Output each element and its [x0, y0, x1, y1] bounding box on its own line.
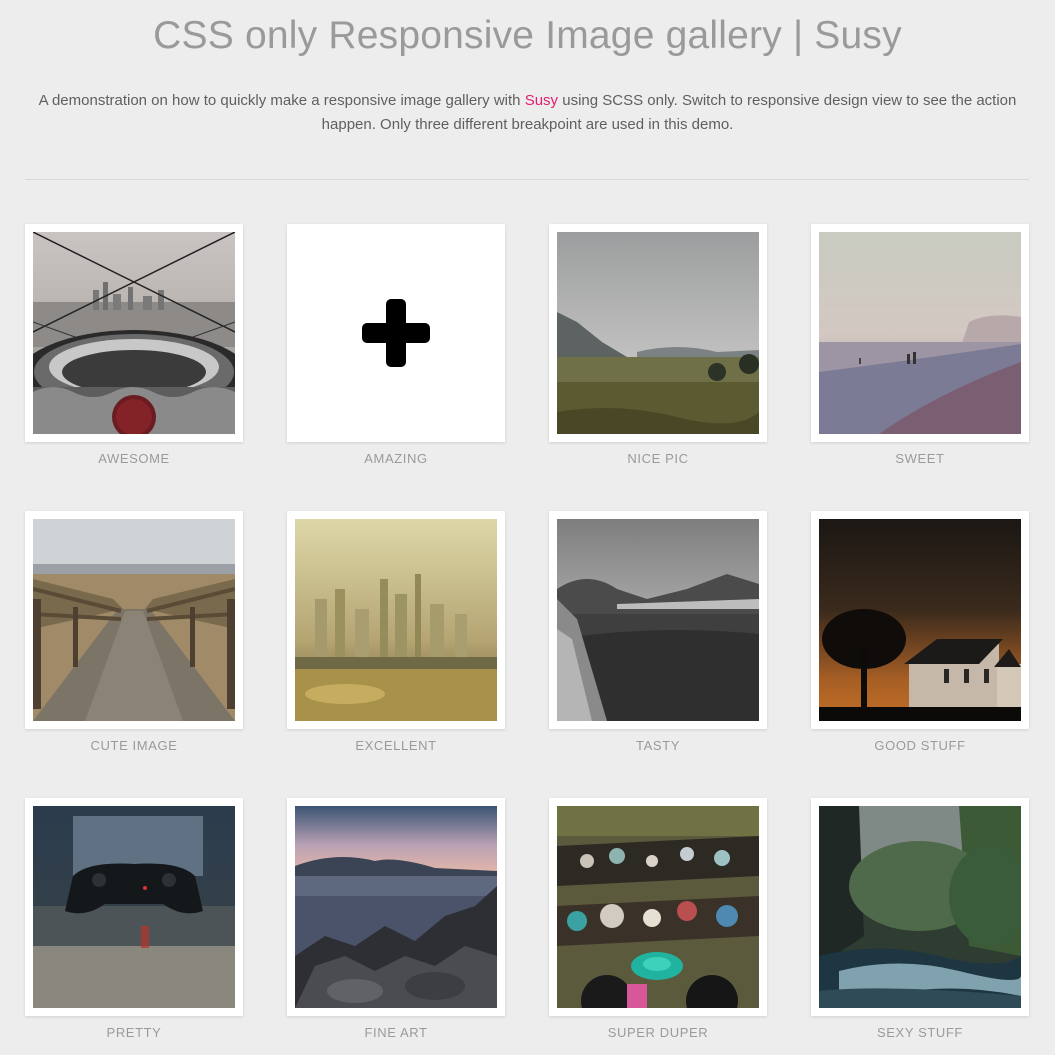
gallery-item: SUPER DUPER — [549, 798, 767, 1040]
gallery-thumbnail[interactable] — [287, 224, 505, 442]
mountain-grass-photo — [557, 519, 759, 721]
gallery-thumbnail[interactable] — [25, 798, 243, 1016]
gallery-thumbnail[interactable] — [25, 224, 243, 442]
hazy-city-photo — [295, 519, 497, 721]
gallery-item: AMAZING — [287, 224, 505, 466]
game-controller-photo — [33, 806, 235, 1008]
city-view-photo — [33, 232, 235, 434]
gallery-thumbnail[interactable] — [287, 511, 505, 729]
church-night-photo — [819, 519, 1021, 721]
gallery-caption: SUPER DUPER — [607, 1025, 709, 1040]
gallery-item: SWEET — [811, 224, 1029, 466]
gallery-item: SEXY STUFF — [811, 798, 1029, 1040]
intro-text-start: A demonstration on how to quickly make a… — [38, 92, 525, 109]
gallery-item: TASTY — [549, 511, 767, 753]
gallery-item: FINE ART — [287, 798, 505, 1040]
gallery-item: EXCELLENT — [287, 511, 505, 753]
gallery-item: PRETTY — [25, 798, 243, 1040]
gallery-caption: SWEET — [895, 451, 945, 466]
plus-icon — [362, 299, 430, 367]
floating-market-photo — [557, 806, 759, 1008]
intro-text: A demonstration on how to quickly make a… — [30, 89, 1025, 137]
header-divider — [25, 179, 1029, 180]
gallery-thumbnail[interactable] — [287, 798, 505, 1016]
gallery-thumbnail[interactable] — [811, 798, 1029, 1016]
gallery-item: CUTE IMAGE — [25, 511, 243, 753]
gallery-item: GOOD STUFF — [811, 511, 1029, 753]
forest-stream-photo — [819, 806, 1021, 1008]
gallery-thumbnail[interactable] — [549, 224, 767, 442]
gallery-caption: AMAZING — [364, 451, 428, 466]
gallery-caption: AWESOME — [98, 451, 170, 466]
page-title: CSS only Responsive Image gallery | Susy — [153, 14, 902, 57]
gallery-caption: GOOD STUFF — [874, 738, 966, 753]
gallery-thumbnail[interactable] — [811, 511, 1029, 729]
image-gallery: AWESOME AMAZING NICE PIC SWEET CUTE IMAG… — [25, 224, 1029, 1055]
gallery-caption: TASTY — [636, 738, 680, 753]
gallery-caption: FINE ART — [364, 1025, 428, 1040]
gallery-thumbnail[interactable] — [549, 511, 767, 729]
valley-photo — [557, 232, 759, 434]
gallery-item: NICE PIC — [549, 224, 767, 466]
rocky-shore-photo — [295, 806, 497, 1008]
beach-photo — [819, 232, 1021, 434]
gallery-caption: CUTE IMAGE — [90, 738, 178, 753]
boardwalk-photo — [33, 519, 235, 721]
gallery-thumbnail[interactable] — [549, 798, 767, 1016]
gallery-caption: SEXY STUFF — [877, 1025, 963, 1040]
susy-link[interactable]: Susy — [525, 92, 558, 109]
gallery-item: AWESOME — [25, 224, 243, 466]
gallery-thumbnail[interactable] — [25, 511, 243, 729]
gallery-caption: NICE PIC — [627, 451, 689, 466]
gallery-thumbnail[interactable] — [811, 224, 1029, 442]
gallery-caption: PRETTY — [106, 1025, 162, 1040]
gallery-caption: EXCELLENT — [355, 738, 437, 753]
